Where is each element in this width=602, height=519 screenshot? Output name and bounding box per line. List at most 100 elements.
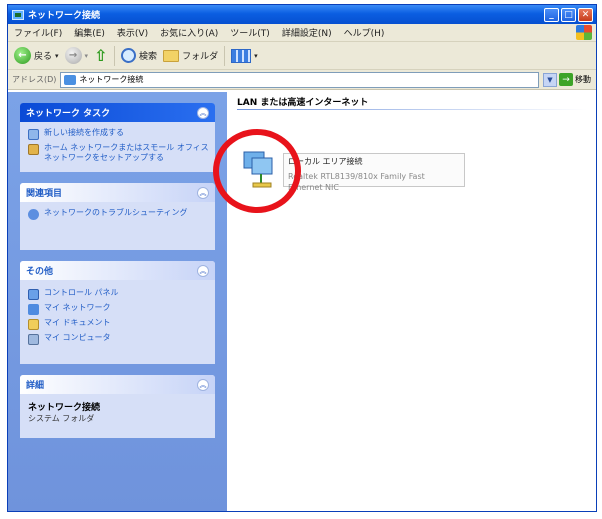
menu-help[interactable]: ヘルプ(H)	[344, 26, 385, 39]
folders-label: フォルダ	[182, 52, 219, 62]
folder-up-icon: ⇧	[94, 45, 108, 65]
group-header: LAN または高速インターネット	[237, 98, 369, 108]
go-arrow-icon: →	[559, 73, 573, 86]
search-label: 検索	[139, 52, 158, 62]
address-value: ネットワーク接続	[79, 75, 144, 84]
details-panel: 詳細 ︽ ネットワーク接続 システム フォルダ	[20, 375, 215, 438]
forward-dropdown-icon: ▾	[84, 51, 89, 60]
network-tasks-panel: ネットワーク タスク ︽ 新しい接続を作成する ホーム ネットワークまたはスモー…	[20, 103, 215, 172]
connection-name: ローカル エリア接続	[288, 157, 363, 166]
address-bar: アドレス(D) ネットワーク接続 ▼ → 移動	[8, 70, 596, 90]
network-connections-icon	[64, 74, 77, 85]
views-dropdown-icon: ▾	[254, 51, 258, 60]
task-create-connection[interactable]: 新しい接続を作成する	[28, 128, 209, 140]
views-button[interactable]: ▾	[231, 48, 258, 63]
details-body: ネットワーク接続 システム フォルダ	[20, 394, 215, 438]
task-label: ネットワークのトラブルシューティング	[44, 208, 188, 217]
help-icon	[28, 209, 39, 220]
back-button[interactable]: ← 戻る ▾	[14, 47, 59, 64]
network-tasks-title: ネットワーク タスク	[26, 109, 111, 119]
back-label: 戻る	[34, 52, 53, 62]
my-network-icon	[28, 304, 39, 315]
go-label: 移動	[575, 75, 591, 84]
close-button[interactable]: ✕	[578, 7, 593, 22]
menu-view[interactable]: 表示(V)	[117, 26, 148, 39]
address-input[interactable]: ネットワーク接続	[60, 71, 539, 88]
task-setup-home-network[interactable]: ホーム ネットワークまたはスモール オフィス ネットワークをセットアップする	[28, 143, 209, 163]
menu-advanced[interactable]: 詳細設定(N)	[282, 26, 332, 39]
main-area: ネットワーク タスク ︽ 新しい接続を作成する ホーム ネットワークまたはスモー…	[8, 92, 596, 511]
collapse-icon[interactable]: ︽	[197, 186, 209, 199]
folders-button[interactable]: フォルダ	[163, 49, 218, 62]
details-name: ネットワーク接続	[28, 403, 101, 413]
place-control-panel[interactable]: コントロール パネル	[28, 288, 209, 300]
window-title: ネットワーク接続	[28, 11, 101, 21]
back-arrow-icon: ←	[14, 47, 31, 64]
home-network-icon	[28, 144, 39, 155]
other-places-panel: その他 ︽ コントロール パネル マイ ネットワーク マイ ドキュメント マイ …	[20, 261, 215, 364]
connection-label-box: ローカル エリア接続 Realtek RTL8139/810x Family F…	[283, 153, 465, 192]
views-icon	[231, 48, 252, 63]
place-my-computer[interactable]: マイ コンピュータ	[28, 333, 209, 345]
menu-edit[interactable]: 編集(E)	[74, 26, 105, 39]
menu-file[interactable]: ファイル(F)	[14, 26, 62, 39]
file-view: LAN または高速インターネット ローカル エリア接続 Realtek RTL8…	[227, 92, 596, 511]
place-my-documents[interactable]: マイ ドキュメント	[28, 318, 209, 330]
menu-favorites[interactable]: お気に入り(A)	[160, 26, 218, 39]
local-area-connection-item[interactable]: ローカル エリア接続 Realtek RTL8139/810x Family F…	[241, 148, 471, 192]
place-label: マイ ネットワーク	[44, 303, 111, 312]
see-also-header[interactable]: 関連項目 ︽	[20, 183, 215, 202]
toolbar-separator	[224, 45, 226, 66]
network-connections-icon	[12, 9, 24, 20]
address-label: アドレス(D)	[12, 75, 57, 84]
go-button[interactable]: → 移動	[559, 73, 596, 86]
title-bar[interactable]: ネットワーク接続 _ □ ✕	[8, 5, 596, 24]
my-documents-icon	[28, 319, 39, 330]
connection-description: Realtek RTL8139/810x Family Fast Etherne…	[288, 172, 425, 192]
forward-arrow-icon: →	[64, 47, 82, 64]
details-type: システム フォルダ	[28, 414, 95, 423]
network-connection-icon	[243, 151, 273, 188]
search-button[interactable]: 検索	[121, 48, 157, 63]
details-header[interactable]: 詳細 ︽	[20, 375, 215, 394]
search-icon	[121, 48, 137, 63]
explorer-window: ネットワーク接続 _ □ ✕ ファイル(F) 編集(E) 表示(V) お気に入り…	[7, 4, 597, 512]
network-tasks-header[interactable]: ネットワーク タスク ︽	[20, 103, 215, 122]
up-button[interactable]: ⇧	[94, 45, 108, 65]
forward-button[interactable]: → ▾	[64, 47, 89, 64]
other-places-title: その他	[26, 267, 54, 277]
task-network-troubleshooter[interactable]: ネットワークのトラブルシューティング	[28, 208, 209, 220]
place-label: マイ コンピュータ	[44, 333, 111, 342]
toolbar-separator	[114, 45, 116, 66]
minimize-button[interactable]: _	[544, 7, 559, 22]
place-label: マイ ドキュメント	[44, 318, 111, 327]
control-panel-icon	[28, 289, 39, 300]
task-pane: ネットワーク タスク ︽ 新しい接続を作成する ホーム ネットワークまたはスモー…	[8, 92, 227, 511]
other-places-header[interactable]: その他 ︽	[20, 261, 215, 280]
address-dropdown-button[interactable]: ▼	[543, 72, 557, 87]
task-label: 新しい接続を作成する	[44, 128, 124, 137]
menu-bar: ファイル(F) 編集(E) 表示(V) お気に入り(A) ツール(T) 詳細設定…	[8, 24, 596, 42]
new-connection-icon	[28, 129, 39, 140]
window-controls: _ □ ✕	[544, 7, 593, 22]
see-also-title: 関連項目	[26, 189, 63, 199]
group-divider	[237, 109, 587, 110]
toolbar: ← 戻る ▾ → ▾ ⇧ 検索 フォルダ ▾	[8, 42, 596, 70]
collapse-icon[interactable]: ︽	[197, 378, 209, 391]
network-tasks-body: 新しい接続を作成する ホーム ネットワークまたはスモール オフィス ネットワーク…	[20, 122, 215, 172]
details-title: 詳細	[26, 381, 45, 391]
place-my-network[interactable]: マイ ネットワーク	[28, 303, 209, 315]
my-computer-icon	[28, 334, 39, 345]
see-also-panel: 関連項目 ︽ ネットワークのトラブルシューティング	[20, 183, 215, 250]
maximize-button[interactable]: □	[561, 7, 576, 22]
back-dropdown-icon[interactable]: ▾	[55, 52, 59, 60]
see-also-body: ネットワークのトラブルシューティング	[20, 202, 215, 250]
other-places-body: コントロール パネル マイ ネットワーク マイ ドキュメント マイ コンピュータ	[20, 280, 215, 364]
menu-tools[interactable]: ツール(T)	[230, 26, 270, 39]
windows-logo-icon	[576, 25, 592, 40]
collapse-icon[interactable]: ︽	[197, 106, 209, 119]
task-label: ホーム ネットワークまたはスモール オフィス ネットワークをセットアップする	[44, 143, 209, 162]
folder-icon	[163, 49, 180, 62]
place-label: コントロール パネル	[44, 288, 119, 297]
collapse-icon[interactable]: ︽	[197, 264, 209, 277]
